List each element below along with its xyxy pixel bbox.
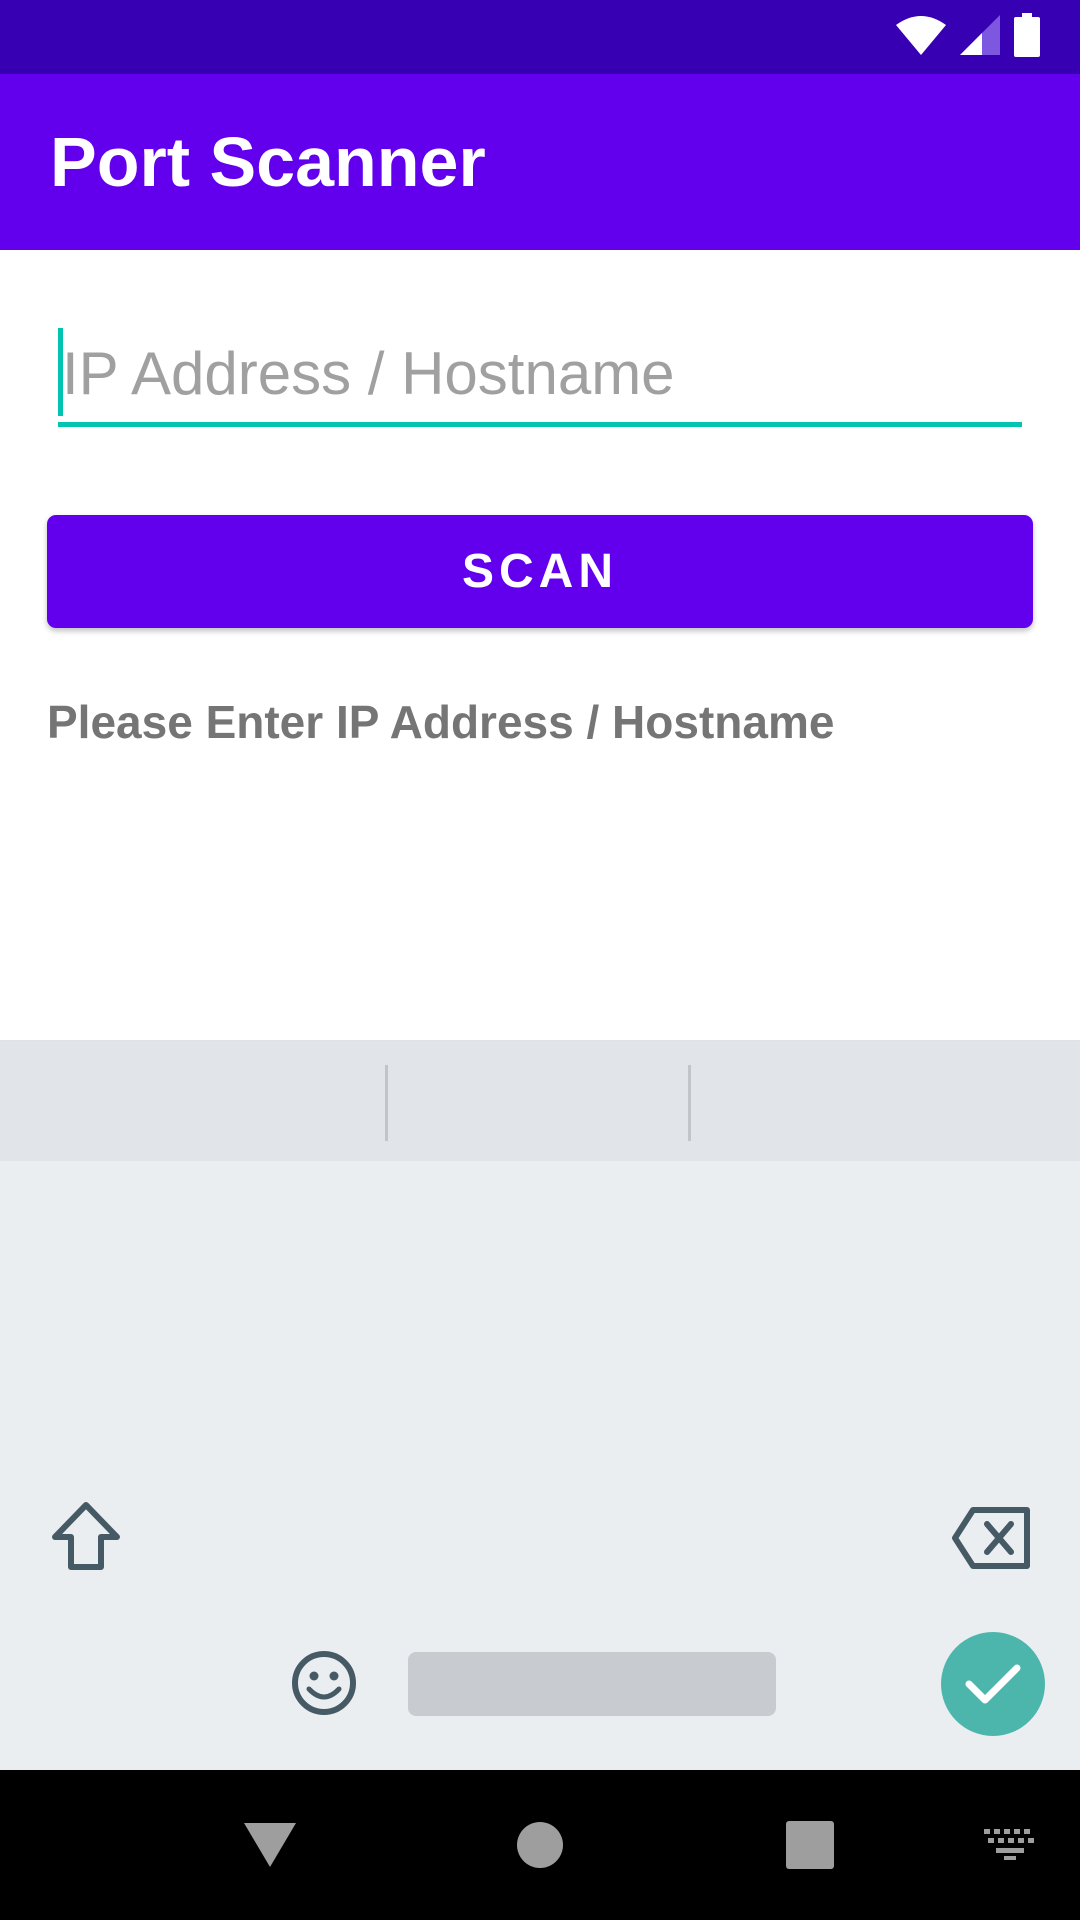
emoji-icon [292, 1651, 356, 1715]
backspace-key[interactable] [948, 1500, 1036, 1576]
back-button[interactable] [230, 1810, 310, 1880]
suggestion-strip [0, 1040, 1080, 1161]
done-check-icon [965, 1664, 1021, 1704]
recents-icon [786, 1821, 834, 1869]
keyboard-switch-button[interactable] [980, 1820, 1040, 1870]
suggestion-divider [385, 1065, 388, 1141]
back-icon [244, 1823, 296, 1867]
scan-button[interactable]: SCAN [47, 515, 1033, 628]
wifi-icon [896, 15, 946, 60]
status-bar [0, 0, 1080, 74]
app-bar: Port Scanner [0, 74, 1080, 250]
keyboard-switch-icon [984, 1829, 1034, 1860]
ip-address-input[interactable] [58, 328, 1026, 418]
ip-input-container[interactable] [58, 328, 1026, 428]
home-icon [517, 1822, 563, 1868]
suggestion-divider [688, 1065, 691, 1141]
recents-button[interactable] [770, 1810, 850, 1880]
status-icons [896, 12, 1040, 62]
cell-signal-icon [960, 14, 1000, 60]
battery-icon [1014, 12, 1040, 62]
shift-icon [52, 1502, 120, 1570]
spacebar[interactable] [408, 1652, 776, 1716]
main-content: SCAN Please Enter IP Address / Hostname [0, 250, 1080, 1040]
navigation-bar [0, 1770, 1080, 1920]
emoji-key[interactable] [288, 1647, 360, 1719]
app-title: Port Scanner [50, 123, 486, 201]
text-cursor [58, 328, 63, 416]
done-key[interactable] [941, 1632, 1045, 1736]
shift-key[interactable] [45, 1495, 127, 1577]
soft-keyboard [0, 1040, 1080, 1770]
home-button[interactable] [500, 1810, 580, 1880]
status-message: Please Enter IP Address / Hostname [47, 696, 835, 748]
input-underline [58, 422, 1022, 427]
backspace-icon [952, 1507, 1030, 1569]
